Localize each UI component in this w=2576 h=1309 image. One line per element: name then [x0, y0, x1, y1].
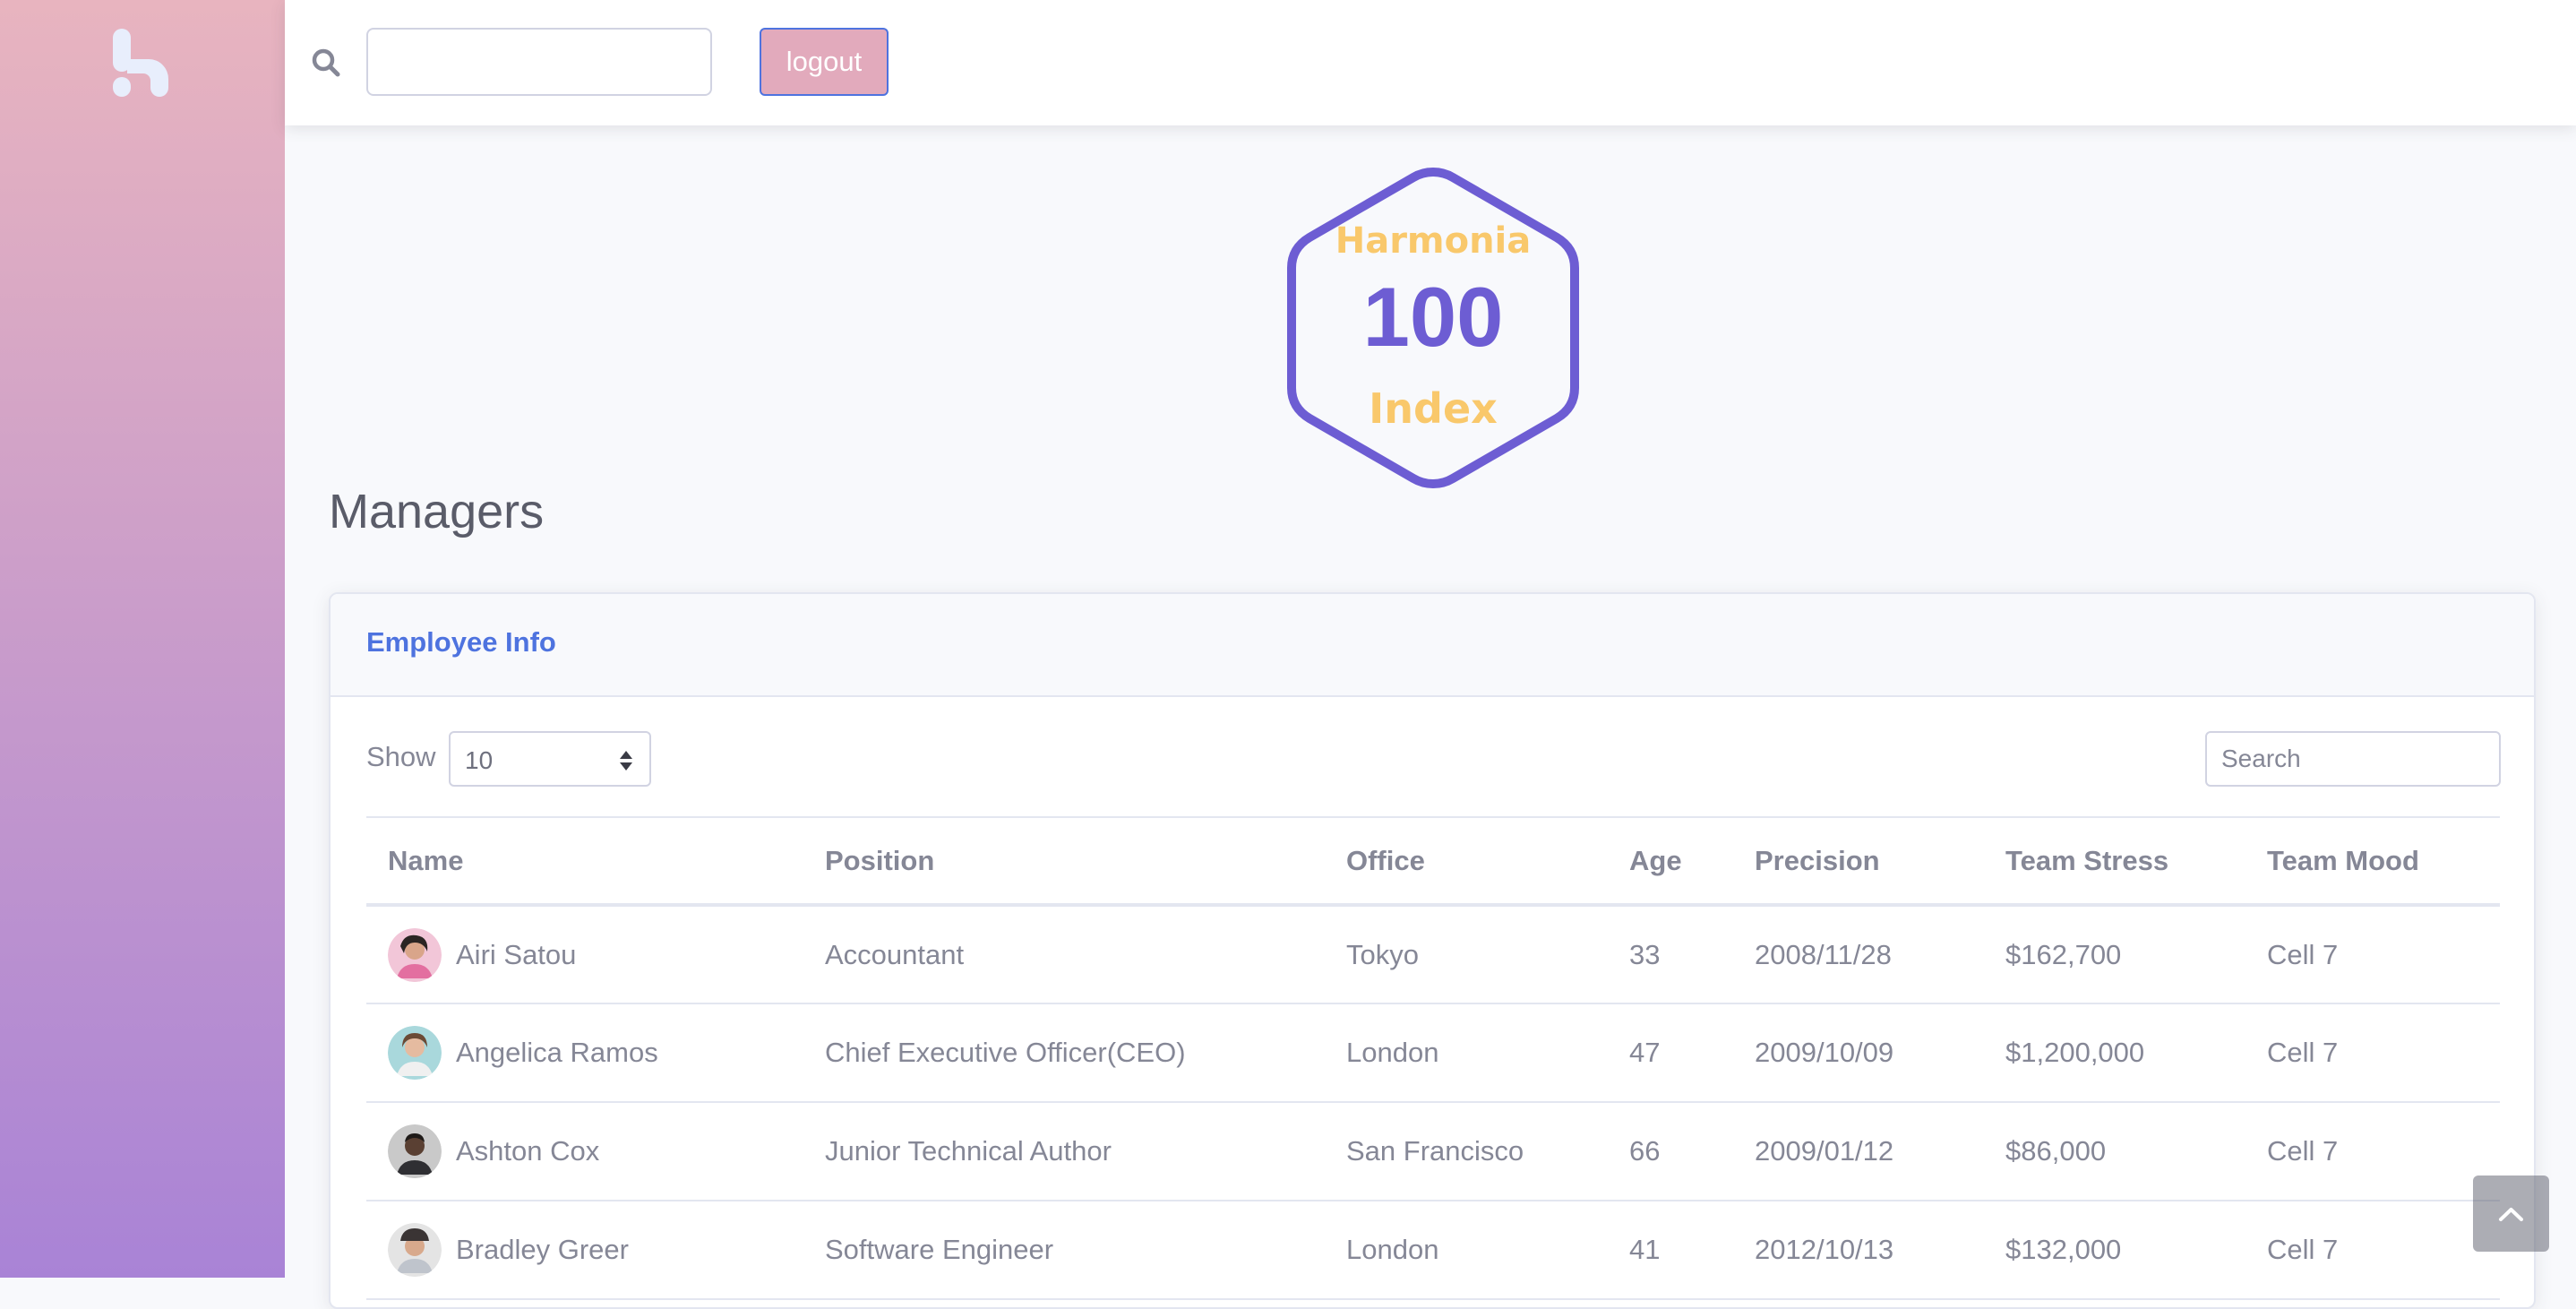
avatar: [388, 1026, 442, 1080]
team-mood-cell: Cell 7: [2245, 1201, 2500, 1300]
avatar: [388, 927, 442, 982]
precision-cell: 2009/01/12: [1733, 1102, 1984, 1201]
badge-label-bottom: Index: [1369, 384, 1498, 433]
show-entries-label: Show: [366, 741, 436, 772]
chevron-up-icon: [2499, 1208, 2523, 1221]
employee-name: Bradley Greer: [456, 1234, 629, 1265]
avatar: [388, 1124, 442, 1178]
age-cell: 66: [1608, 1102, 1733, 1201]
sort-arrows-icon: [620, 751, 632, 771]
column-header-team-stress[interactable]: Team Stress: [1984, 816, 2245, 907]
name-cell: Angelica Ramos: [366, 1003, 803, 1103]
table-header-row: Name Position Office Age Precision Team …: [366, 816, 2500, 907]
search-icon: [312, 48, 340, 77]
topbar: logout: [285, 0, 2576, 125]
employee-name: Ashton Cox: [456, 1135, 600, 1167]
scroll-to-top-button[interactable]: [2473, 1176, 2549, 1252]
precision-cell: 2012/10/13: [1733, 1201, 1984, 1300]
page-title: Managers: [329, 485, 545, 538]
avatar: [388, 1223, 442, 1277]
table-row: Ashton Cox Junior Technical Author San F…: [366, 1102, 2500, 1201]
column-header-office[interactable]: Office: [1325, 816, 1608, 907]
team-stress-cell: $132,000: [1984, 1201, 2245, 1300]
column-header-precision[interactable]: Precision: [1733, 816, 1984, 907]
office-cell: London: [1325, 1201, 1608, 1300]
table-search-input[interactable]: [2205, 731, 2501, 787]
team-stress-cell: $162,700: [1984, 905, 2245, 1004]
name-cell: Bradley Greer: [366, 1201, 803, 1300]
table-row: Bradley Greer Software Engineer London 4…: [366, 1201, 2500, 1300]
column-header-age[interactable]: Age: [1608, 816, 1733, 907]
employee-table: Name Position Office Age Precision Team …: [366, 816, 2500, 1300]
precision-cell: 2009/10/09: [1733, 1003, 1984, 1103]
office-cell: London: [1325, 1003, 1608, 1103]
age-cell: 33: [1608, 905, 1733, 1004]
team-stress-cell: $86,000: [1984, 1102, 2245, 1201]
employee-info-card: Employee Info Show 10 Name Position Offi…: [329, 592, 2536, 1309]
position-cell: Software Engineer: [803, 1201, 1325, 1300]
harmonia-index-badge: Harmonia 100 Index: [1287, 167, 1579, 489]
name-cell: Airi Satou: [366, 905, 803, 1004]
table-row: Airi Satou Accountant Tokyo 33 2008/11/2…: [366, 905, 2500, 1004]
badge-label-top: Harmonia: [1335, 220, 1532, 262]
entries-per-page-value: 10: [465, 746, 494, 774]
precision-cell: 2008/11/28: [1733, 905, 1984, 1004]
position-cell: Junior Technical Author: [803, 1102, 1325, 1201]
card-header: Employee Info: [331, 594, 2534, 697]
entries-per-page-select[interactable]: 10: [449, 731, 651, 787]
table-row: Angelica Ramos Chief Executive Officer(C…: [366, 1003, 2500, 1103]
column-header-name[interactable]: Name: [366, 816, 803, 907]
position-cell: Accountant: [803, 905, 1325, 1004]
age-cell: 47: [1608, 1003, 1733, 1103]
card-title: Employee Info: [366, 626, 556, 658]
name-cell: Ashton Cox: [366, 1102, 803, 1201]
age-cell: 41: [1608, 1201, 1733, 1300]
column-header-team-mood[interactable]: Team Mood: [2245, 816, 2500, 907]
position-cell: Chief Executive Officer(CEO): [803, 1003, 1325, 1103]
badge-value: 100: [1363, 270, 1504, 364]
office-cell: Tokyo: [1325, 905, 1608, 1004]
search-input[interactable]: [366, 28, 712, 96]
employee-name: Angelica Ramos: [456, 1037, 658, 1068]
team-stress-cell: $1,200,000: [1984, 1003, 2245, 1103]
employee-name: Airi Satou: [456, 938, 577, 970]
logout-button[interactable]: logout: [760, 28, 889, 96]
brand-logo[interactable]: [113, 29, 172, 97]
office-cell: San Francisco: [1325, 1102, 1608, 1201]
sidebar: [0, 0, 285, 1278]
team-mood-cell: Cell 7: [2245, 905, 2500, 1004]
team-mood-cell: Cell 7: [2245, 1102, 2500, 1201]
team-mood-cell: Cell 7: [2245, 1003, 2500, 1103]
column-header-position[interactable]: Position: [803, 816, 1325, 907]
